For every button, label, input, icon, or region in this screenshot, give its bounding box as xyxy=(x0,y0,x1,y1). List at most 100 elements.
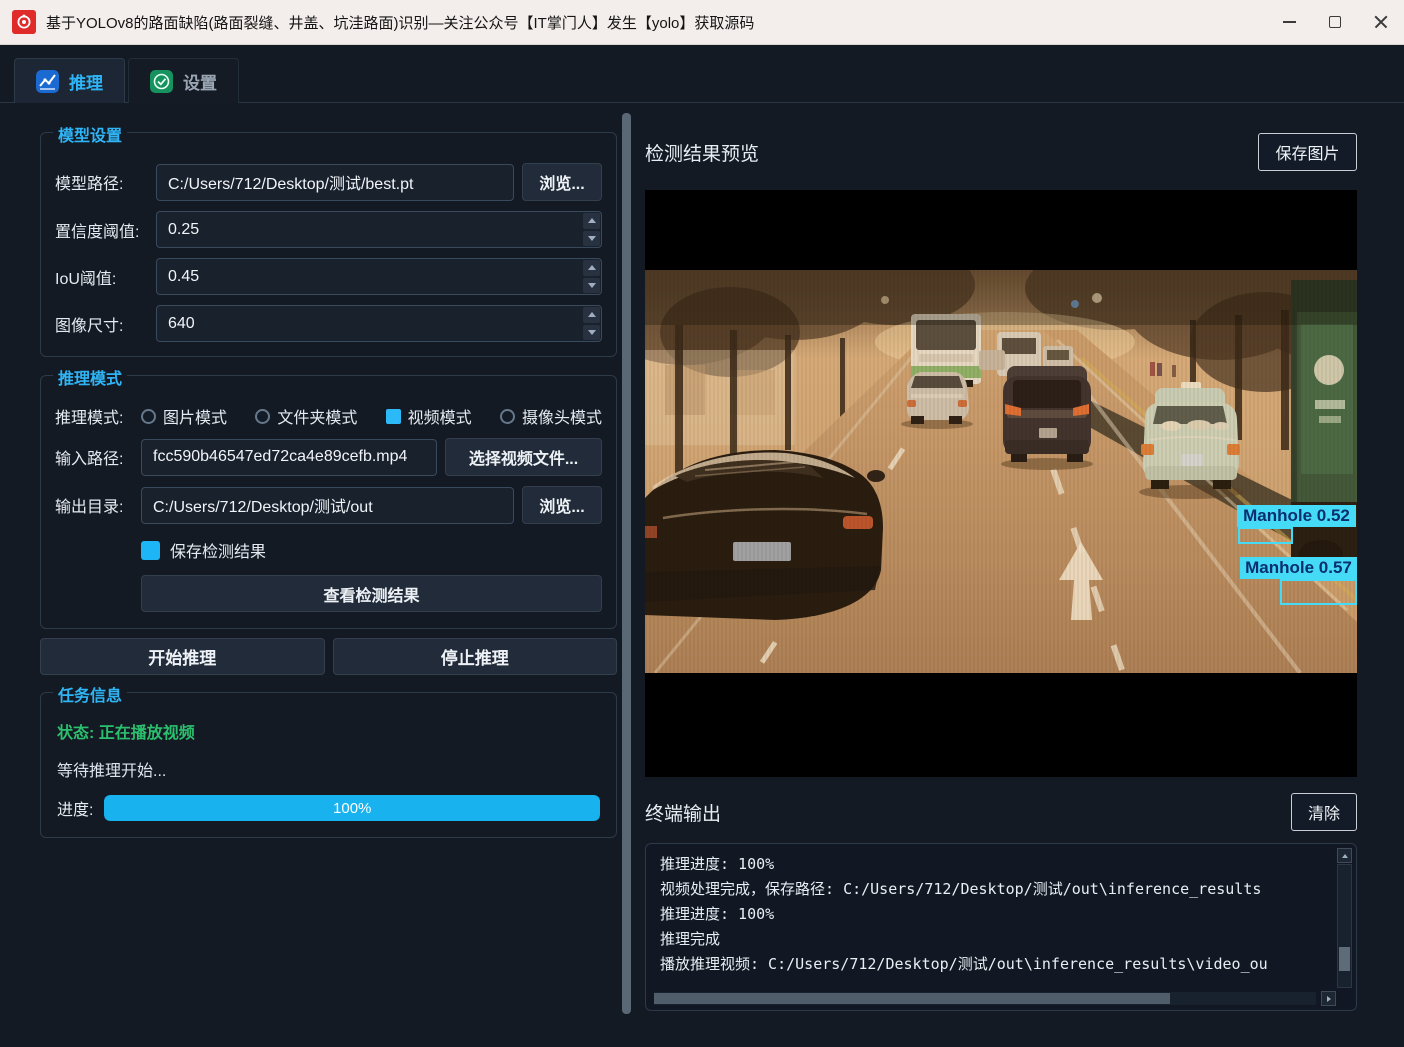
output-dir-input[interactable] xyxy=(141,486,514,524)
terminal-output[interactable]: 推理进度: 100% 视频处理完成，保存路径: C:/Users/712/Des… xyxy=(645,843,1357,1011)
iou-spinbox[interactable] xyxy=(156,258,602,295)
mode-option-label: 图片模式 xyxy=(163,410,228,427)
view-results-button[interactable]: 查看检测结果 xyxy=(141,575,602,612)
arrow-down-icon xyxy=(587,282,596,288)
arrow-up-icon xyxy=(587,265,596,271)
app-logo-icon xyxy=(12,10,36,34)
spin-up-button[interactable] xyxy=(583,260,600,276)
arrow-right-icon xyxy=(1326,995,1331,1002)
preview-title: 检测结果预览 xyxy=(645,143,760,165)
input-path-label: 输入路径: xyxy=(55,451,124,468)
confidence-input[interactable] xyxy=(156,211,602,248)
output-dir-label: 输出目录: xyxy=(55,499,124,516)
spin-up-button[interactable] xyxy=(583,213,600,229)
spin-up-button[interactable] xyxy=(583,307,600,323)
mode-option-label: 文件夹模式 xyxy=(277,410,358,427)
select-video-button[interactable]: 选择视频文件... xyxy=(445,438,602,476)
inference-mode-title: 推理模式 xyxy=(53,365,128,389)
mode-options: 图片模式 文件夹模式 视频模式 摄像头模式 xyxy=(141,404,602,428)
detection-label: Manhole 0.52 xyxy=(1237,505,1356,527)
tab-inference-label: 推理 xyxy=(69,73,103,93)
save-image-button[interactable]: 保存图片 xyxy=(1258,133,1357,171)
radio-icon xyxy=(385,408,401,424)
video-preview: Manhole 0.52 Manhole 0.57 xyxy=(645,190,1357,777)
results-panel: 检测结果预览 保存图片 Manhole 0.52 Manhole 0.57 终端… xyxy=(645,112,1357,1011)
image-size-input[interactable] xyxy=(156,305,602,342)
terminal-line: 推理完成 xyxy=(660,930,721,948)
arrow-up-icon xyxy=(1341,853,1348,858)
mode-option-folder[interactable]: 文件夹模式 xyxy=(255,404,357,428)
start-inference-button[interactable]: 开始推理 xyxy=(40,638,325,675)
output-browse-button[interactable]: 浏览... xyxy=(522,486,602,524)
arrow-down-icon xyxy=(587,329,596,335)
scroll-up-button[interactable] xyxy=(1337,848,1352,863)
close-icon xyxy=(1373,14,1389,30)
maximize-button[interactable] xyxy=(1312,0,1358,45)
save-results-row[interactable]: 保存检测结果 xyxy=(141,538,602,562)
mode-option-label: 视频模式 xyxy=(407,410,472,427)
tab-settings[interactable]: 设置 xyxy=(128,58,239,103)
window-controls xyxy=(1266,0,1404,45)
stop-inference-button[interactable]: 停止推理 xyxy=(332,638,617,675)
model-path-input[interactable] xyxy=(156,163,514,201)
video-frame xyxy=(645,270,1357,673)
task-info-title: 任务信息 xyxy=(53,682,128,706)
left-panel-scrollbar[interactable] xyxy=(622,113,631,1014)
task-message: 等待推理开始... xyxy=(57,763,167,780)
image-size-spinbox[interactable] xyxy=(156,305,602,342)
inference-panel: 模型设置 模型路径: 浏览... 置信度阈值: IoU阈值: xyxy=(40,112,617,838)
confidence-spinbox[interactable] xyxy=(156,211,602,248)
close-button[interactable] xyxy=(1358,0,1404,45)
terminal-title: 终端输出 xyxy=(645,803,722,825)
minimize-icon xyxy=(1282,21,1296,23)
tab-settings-label: 设置 xyxy=(183,73,217,93)
iou-input[interactable] xyxy=(156,258,602,295)
iou-label: IoU阈值: xyxy=(55,270,117,288)
terminal-line: 推理进度: 100% xyxy=(660,855,775,873)
scrollbar-track[interactable] xyxy=(1337,864,1352,988)
spin-down-button[interactable] xyxy=(583,230,600,246)
detection-bbox xyxy=(1280,579,1357,605)
image-size-label: 图像尺寸: xyxy=(55,317,124,335)
radio-icon xyxy=(499,408,515,424)
scrollbar-thumb[interactable] xyxy=(1339,946,1350,971)
inference-mode-group: 推理模式 推理模式: 图片模式 文件夹模式 视频模式 摄像头模式 输入路径: f… xyxy=(40,365,617,629)
arrow-down-icon xyxy=(587,235,596,241)
spin-down-button[interactable] xyxy=(583,277,600,293)
model-settings-title: 模型设置 xyxy=(53,122,128,146)
progress-bar: 100% xyxy=(104,795,600,821)
model-settings-group: 模型设置 模型路径: 浏览... 置信度阈值: IoU阈值: xyxy=(40,122,617,357)
terminal-line: 视频处理完成，保存路径: C:/Users/712/Desktop/测试/out… xyxy=(660,880,1262,898)
terminal-vertical-scrollbar[interactable] xyxy=(1337,848,1352,988)
chart-icon xyxy=(36,69,59,93)
detection-bbox xyxy=(1238,527,1293,544)
radio-icon xyxy=(255,408,271,424)
spin-down-button[interactable] xyxy=(583,324,600,340)
model-browse-button[interactable]: 浏览... xyxy=(522,163,602,201)
scrollbar-thumb[interactable] xyxy=(654,993,1171,1004)
mode-option-video[interactable]: 视频模式 xyxy=(385,404,472,428)
terminal-line: 推理进度: 100% xyxy=(660,905,775,923)
input-path-input[interactable] xyxy=(141,438,437,476)
terminal-horizontal-scrollbar[interactable] xyxy=(654,992,1316,1005)
model-path-label: 模型路径: xyxy=(55,176,124,193)
mode-label: 推理模式: xyxy=(55,410,124,427)
tab-inference[interactable]: 推理 xyxy=(14,58,125,103)
status-text: 状态: 正在播放视频 xyxy=(57,725,195,742)
save-results-checkbox[interactable] xyxy=(141,540,160,560)
confidence-label: 置信度阈值: xyxy=(55,223,140,241)
detection-label: Manhole 0.57 xyxy=(1240,557,1357,579)
progress-label: 进度: xyxy=(57,802,94,819)
tabbar: 推理 设置 xyxy=(14,58,242,103)
minimize-button[interactable] xyxy=(1266,0,1312,45)
titlebar: 基于YOLOv8的路面缺陷(路面裂缝、井盖、坑洼路面)识别—关注公众号【IT掌门… xyxy=(0,0,1404,45)
mode-option-image[interactable]: 图片模式 xyxy=(141,404,227,428)
maximize-icon xyxy=(1329,16,1341,28)
terminal-line: 播放推理视频: C:/Users/712/Desktop/测试/out\infe… xyxy=(660,955,1268,973)
mode-option-camera[interactable]: 摄像头模式 xyxy=(499,404,602,428)
arrow-up-icon xyxy=(587,312,596,318)
radio-icon xyxy=(141,408,156,424)
arrow-up-icon xyxy=(587,218,596,224)
clear-terminal-button[interactable]: 清除 xyxy=(1291,793,1357,831)
scroll-right-button[interactable] xyxy=(1321,991,1336,1006)
